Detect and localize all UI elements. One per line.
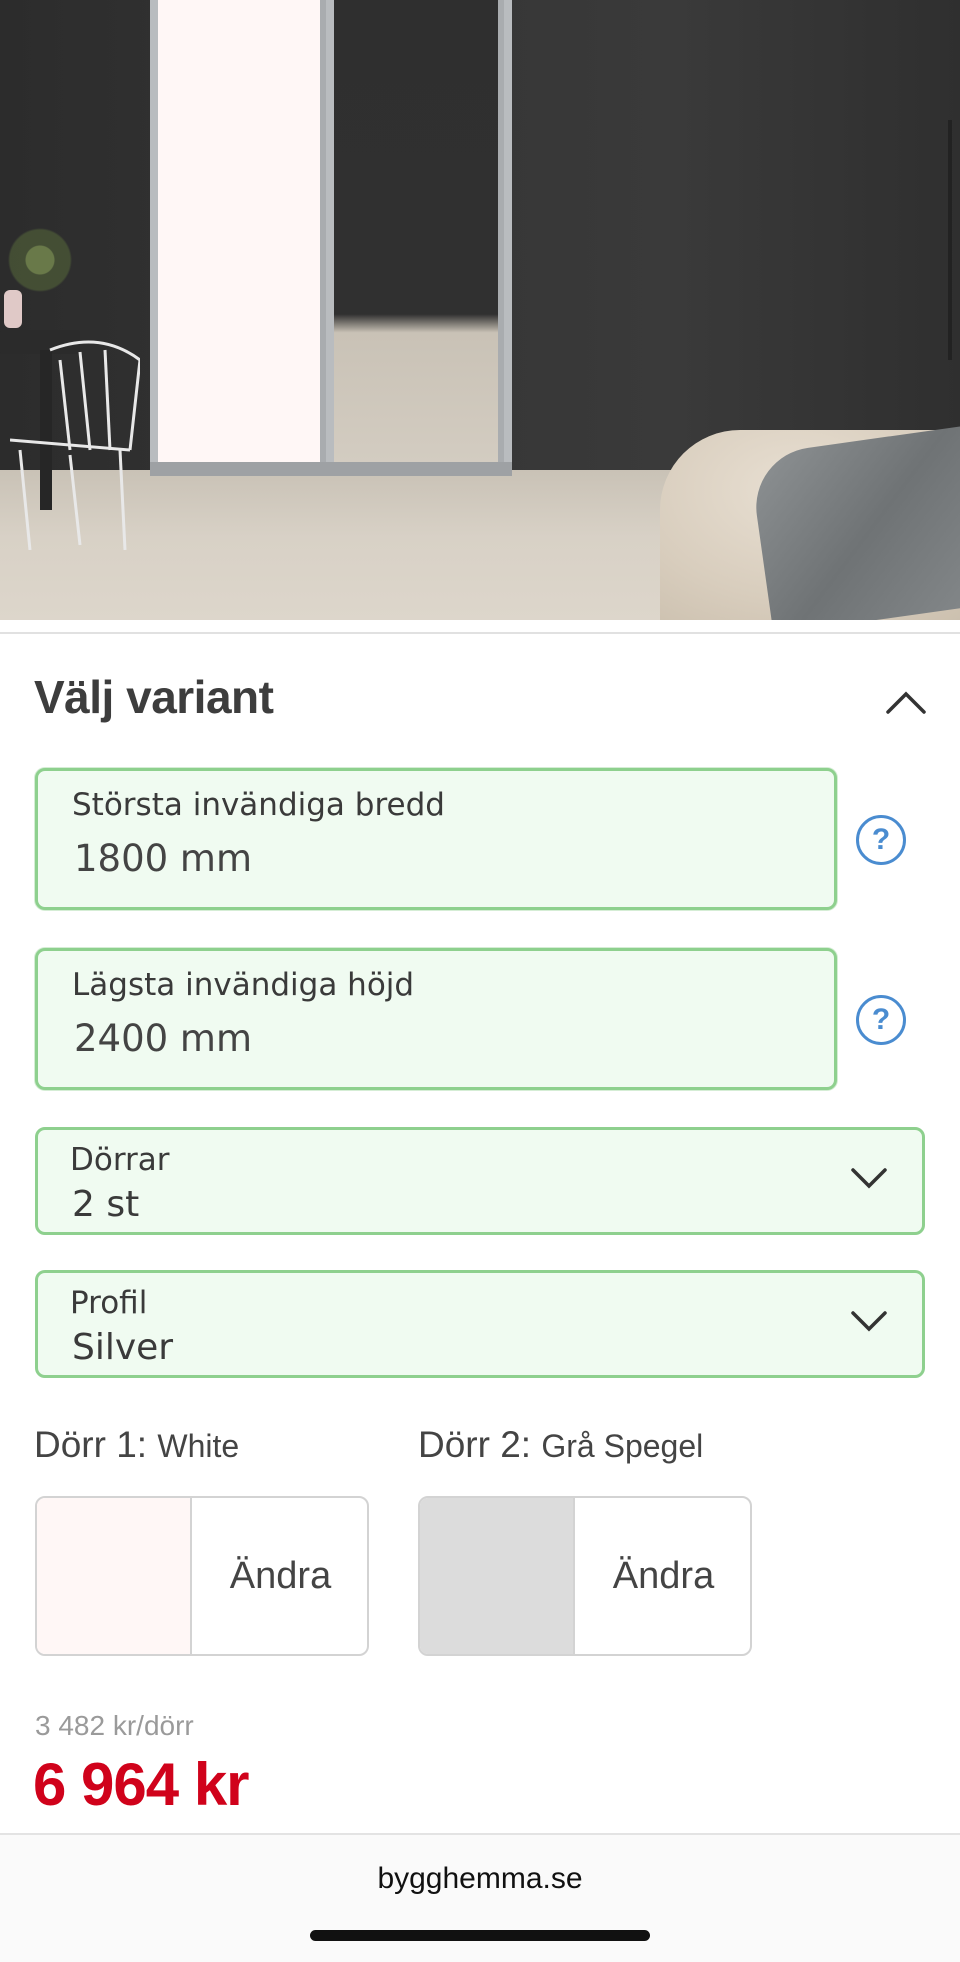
browser-address-bar[interactable]: [0, 1833, 960, 1962]
door-1-change-button[interactable]: Ändra: [194, 1498, 367, 1654]
door-2-swatch: [420, 1498, 575, 1654]
doors-select-value: 2 st: [72, 1184, 140, 1225]
plant: [0, 200, 100, 300]
door-1-title: Dörr 1:: [34, 1424, 148, 1465]
wardrobe-rail: [150, 462, 512, 476]
chevron-down-icon: [851, 1311, 887, 1332]
doors-select[interactable]: Dörrar 2 st: [35, 1127, 925, 1235]
profile-select-label: Profil: [70, 1285, 148, 1321]
section-title: Välj variant: [34, 671, 274, 723]
door-2-title: Dörr 2:: [418, 1424, 532, 1465]
profile-select-value: Silver: [72, 1327, 174, 1368]
divider: [0, 632, 960, 634]
wardrobe-door-white: [158, 0, 326, 462]
door-2-change-button[interactable]: Ändra: [577, 1498, 750, 1654]
profile-select[interactable]: Profil Silver: [35, 1270, 925, 1378]
door-1-swatch: [37, 1498, 192, 1654]
door-1-card: Ändra: [35, 1496, 369, 1656]
chevron-down-icon: [851, 1168, 887, 1189]
price-per-door: 3 482 kr/dörr: [35, 1710, 194, 1741]
wardrobe-door-mirror: [334, 0, 504, 462]
width-field-label: Största invändiga bredd: [72, 787, 445, 823]
browser-domain[interactable]: bygghemma.se: [0, 1862, 960, 1896]
product-hero-image: [0, 0, 960, 620]
price-total: 6 964 kr: [33, 1751, 250, 1818]
door-1-label: Dörr 1: White: [34, 1424, 239, 1466]
help-icon[interactable]: ?: [856, 815, 906, 865]
hero-edge: [948, 120, 952, 360]
help-icon[interactable]: ?: [856, 995, 906, 1045]
chair: [10, 340, 140, 550]
door-2-label: Dörr 2: Grå Spegel: [418, 1424, 703, 1466]
height-field[interactable]: Lägsta invändiga höjd 2400 mm: [35, 948, 837, 1090]
door-2-color: Grå Spegel: [541, 1428, 704, 1464]
chevron-up-icon[interactable]: [884, 686, 928, 716]
home-indicator[interactable]: [310, 1930, 650, 1941]
door-1-color: White: [157, 1428, 240, 1464]
height-field-label: Lägsta invändiga höjd: [72, 967, 415, 1003]
door-2-card: Ändra: [418, 1496, 752, 1656]
vase: [4, 290, 22, 328]
height-field-value[interactable]: 2400 mm: [74, 1017, 252, 1060]
width-field[interactable]: Största invändiga bredd 1800 mm: [35, 768, 837, 910]
doors-select-label: Dörrar: [70, 1142, 170, 1178]
product-page: Välj variant Största invändiga bredd 180…: [0, 0, 960, 1962]
width-field-value[interactable]: 1800 mm: [74, 837, 252, 880]
